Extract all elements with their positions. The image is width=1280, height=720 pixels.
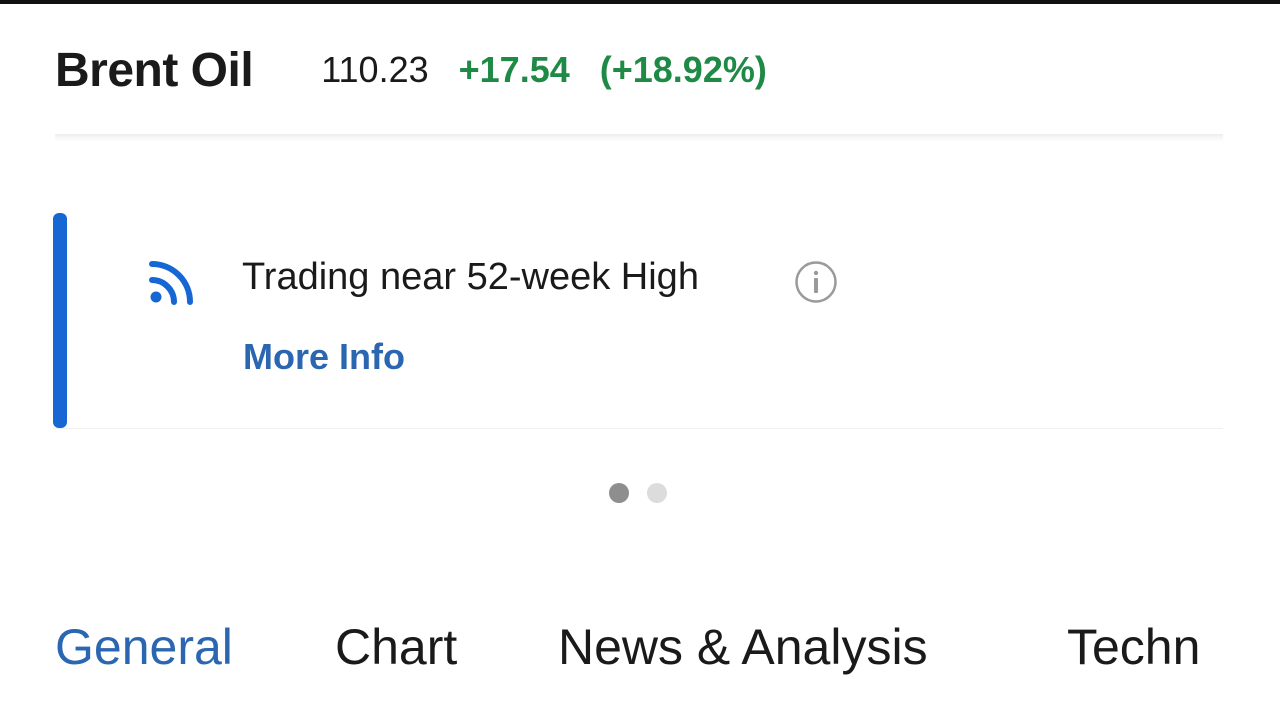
tab-technical[interactable]: Techn — [1067, 618, 1200, 676]
instrument-name: Brent Oil — [55, 43, 254, 97]
tab-news-analysis[interactable]: News & Analysis — [558, 618, 928, 676]
top-bar-edge — [0, 0, 1280, 4]
info-circle-icon[interactable] — [794, 260, 838, 304]
header-divider — [55, 134, 1223, 142]
signal-card[interactable] — [53, 213, 1223, 429]
rss-feed-icon — [149, 261, 193, 305]
instrument-page: Brent Oil 110.23 +17.54 (+18.92%) Tradin… — [0, 0, 1280, 720]
tab-chart[interactable]: Chart — [335, 618, 457, 676]
pager-dot[interactable] — [647, 483, 667, 503]
pager-dot-active[interactable] — [609, 483, 629, 503]
carousel-pager — [609, 483, 685, 503]
price-change-percent: (+18.92%) — [599, 49, 767, 90]
tab-general[interactable]: General — [55, 618, 233, 676]
more-info-link[interactable]: More Info — [243, 336, 405, 378]
signal-accent-bar — [53, 213, 67, 428]
price-change: +17.54 — [458, 49, 570, 90]
last-price: 110.23 — [321, 49, 429, 90]
signal-title: Trading near 52-week High — [242, 256, 699, 298]
instrument-header: Brent Oil 110.23 +17.54 (+18.92%) — [55, 38, 767, 102]
